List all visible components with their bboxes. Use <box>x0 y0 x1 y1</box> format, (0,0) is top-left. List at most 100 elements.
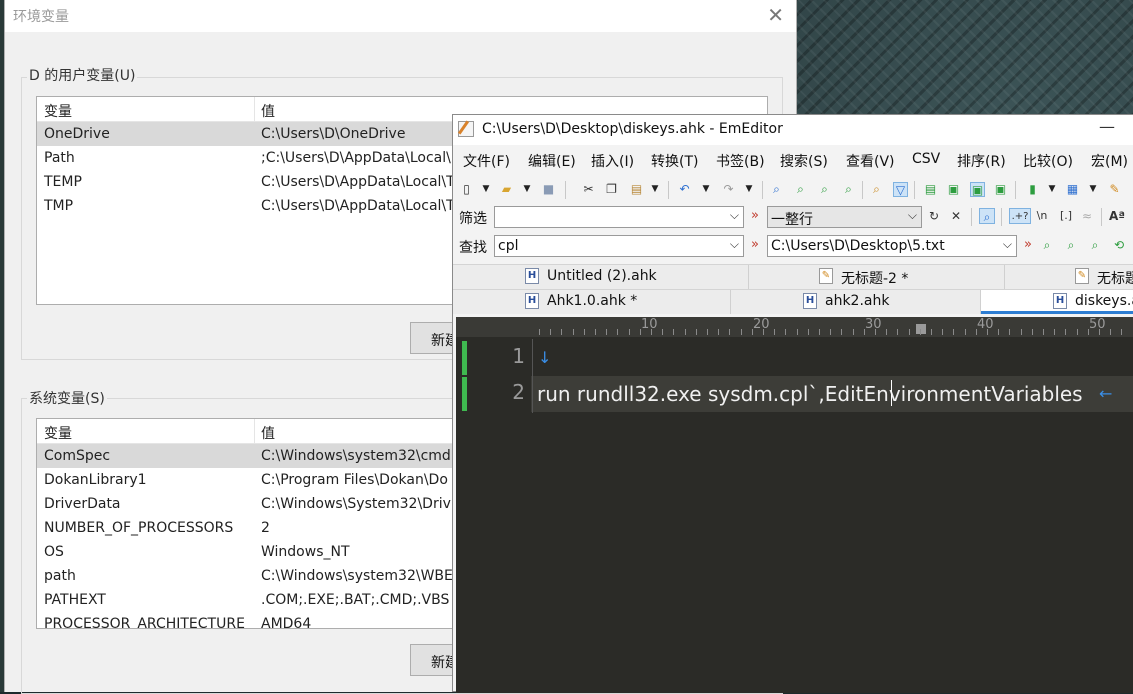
split-window-icon[interactable]: ▤ <box>923 182 938 197</box>
new-file-icon[interactable]: ▯ <box>459 182 474 197</box>
refresh-icon[interactable]: ↻ <box>926 208 942 224</box>
brackets-icon[interactable]: [.] <box>1055 208 1077 224</box>
variable-name: PATHEXT <box>44 592 106 608</box>
clipboard-icon[interactable]: ▮ <box>1025 182 1040 197</box>
ruler-tick <box>886 329 887 335</box>
ruler-label: 10 <box>641 317 658 332</box>
menu-compare[interactable]: 比较(O) <box>1023 151 1073 171</box>
chevron-down-icon[interactable]: ⌵ <box>908 208 917 223</box>
tab-ahk1-0[interactable]: H Ahk1.0.ahk * <box>453 290 731 314</box>
chevron-down-icon[interactable]: ⌵ <box>1003 237 1012 252</box>
eol-left-marker: ← <box>1099 384 1113 403</box>
find-input[interactable]: cpl ⌵ <box>494 235 744 257</box>
workspace-icon[interactable]: ▣ <box>993 182 1008 197</box>
match-case-icon[interactable]: Aª <box>1109 208 1125 224</box>
variable-value: C:\Users\D\AppData\Local\T <box>261 198 455 214</box>
redo-icon[interactable]: ↷ <box>721 182 736 197</box>
cut-icon[interactable]: ✂ <box>581 182 596 197</box>
chevron-down-icon[interactable]: ▼ <box>1089 182 1097 197</box>
ruler-tick <box>853 329 854 335</box>
menu-macro[interactable]: 宏(M) <box>1091 151 1128 171</box>
line-number-gutter: 1 2 <box>456 337 531 693</box>
column-header-variable[interactable]: 变量 <box>44 101 72 121</box>
search-icon[interactable]: ⌕ <box>979 208 995 224</box>
toolbar-divider <box>1001 208 1002 226</box>
properties-icon[interactable]: ✎ <box>1107 182 1122 197</box>
ruler-tick <box>763 329 764 335</box>
open-folder-icon[interactable]: ▰ <box>499 182 514 197</box>
ruler-tick <box>561 329 562 335</box>
minimize-icon[interactable]: — <box>1099 117 1115 136</box>
find-previous-icon[interactable]: ⌕ <box>1063 237 1079 253</box>
column-divider[interactable] <box>254 419 255 443</box>
chevron-down-icon[interactable]: ▼ <box>1048 182 1056 197</box>
emeditor-app-icon <box>458 121 474 137</box>
find-previous-icon[interactable]: ⌕ <box>817 182 832 197</box>
menu-view[interactable]: 查看(V) <box>846 151 895 171</box>
column-header-variable[interactable]: 变量 <box>44 423 72 443</box>
variable-value: C:\Windows\system32\WBE <box>261 568 453 584</box>
column-header-value[interactable]: 值 <box>261 101 275 121</box>
menu-edit[interactable]: 编辑(E) <box>528 151 576 171</box>
filter-label: 筛选 <box>459 211 487 227</box>
tab-diskeys[interactable]: H diskeys.ahk <box>981 290 1133 314</box>
ruler-tick <box>1088 329 1089 335</box>
chevron-right-icon[interactable]: » <box>1024 237 1032 252</box>
menu-file[interactable]: 文件(F) <box>463 151 510 171</box>
find-icon[interactable]: ⌕ <box>769 182 784 197</box>
chevron-down-icon[interactable]: ▼ <box>745 182 753 197</box>
menu-insert[interactable]: 插入(I) <box>591 151 634 171</box>
paste-icon[interactable]: ▤ <box>629 182 644 197</box>
emeditor-titlebar: C:\Users\D\Desktop\diskeys.ahk - EmEdito… <box>453 115 1133 145</box>
newline-icon[interactable]: \n <box>1033 208 1051 224</box>
filter-input[interactable]: ⌵ <box>494 206 744 228</box>
find-in-files-icon[interactable]: ⌕ <box>869 182 884 197</box>
tab-untitled[interactable]: ✎ 无标题 <box>1005 265 1133 289</box>
ruler-tick <box>539 329 540 335</box>
chevron-right-icon[interactable]: » <box>751 237 759 252</box>
ruler-tick <box>1121 329 1122 335</box>
chevron-down-icon[interactable]: ⌵ <box>730 237 739 252</box>
filter-icon[interactable]: ▽ <box>893 182 908 197</box>
replace-icon[interactable]: ⟲ <box>1111 237 1127 253</box>
column-divider[interactable] <box>254 97 255 121</box>
chevron-right-icon[interactable]: » <box>751 208 759 223</box>
toolbar-divider <box>1015 181 1016 199</box>
replace-icon[interactable]: ⌕ <box>841 182 856 197</box>
tab-untitled-2[interactable]: ✎ 无标题-2 * <box>749 265 1005 289</box>
menu-sort[interactable]: 排序(R) <box>957 151 1006 171</box>
regex-icon[interactable]: .+? <box>1009 208 1031 224</box>
editor-area[interactable]: 10 20 30 40 50 1 2 ↓ run rundll32.exe sy… <box>456 317 1133 693</box>
clear-icon[interactable]: ✕ <box>948 208 964 224</box>
filter-mode-select[interactable]: 一整行 ⌵ <box>767 206 922 228</box>
chevron-down-icon[interactable]: ▼ <box>651 182 659 197</box>
chevron-down-icon[interactable]: ▼ <box>523 182 531 197</box>
ruler-tick <box>942 329 943 335</box>
column-header-value[interactable]: 值 <box>261 423 275 443</box>
find-next-icon[interactable]: ⌕ <box>1039 237 1055 253</box>
column-ruler[interactable]: 10 20 30 40 50 <box>456 317 1133 337</box>
menu-csv[interactable]: CSV <box>912 151 940 167</box>
ruler-tick <box>696 329 697 335</box>
close-icon[interactable]: ✕ <box>767 3 784 27</box>
wrap-icon[interactable]: ▣ <box>970 182 985 197</box>
chevron-down-icon[interactable]: ▼ <box>702 182 710 197</box>
window-icon[interactable]: ▣ <box>946 182 961 197</box>
chevron-down-icon[interactable]: ⌵ <box>730 208 739 223</box>
change-marker <box>462 377 467 411</box>
tab-ahk2[interactable]: H ahk2.ahk <box>731 290 981 314</box>
copy-icon[interactable]: ❐ <box>604 182 619 197</box>
find-all-icon[interactable]: ⌕ <box>1087 237 1103 253</box>
tab-untitled-2-ahk[interactable]: H Untitled (2).ahk <box>453 265 749 289</box>
undo-icon[interactable]: ↶ <box>677 182 692 197</box>
menu-convert[interactable]: 转换(T) <box>651 151 698 171</box>
chevron-down-icon[interactable]: ▼ <box>482 182 490 197</box>
save-icon[interactable]: ■ <box>541 182 556 197</box>
menu-bookmark[interactable]: 书签(B) <box>716 151 765 171</box>
find-path-input[interactable]: C:\Users\D\Desktop\5.txt ⌵ <box>767 235 1017 257</box>
menu-search[interactable]: 搜索(S) <box>780 151 828 171</box>
approximate-icon[interactable]: ≈ <box>1079 208 1095 224</box>
encoding-icon[interactable]: ▦ <box>1065 182 1080 197</box>
code-line[interactable]: run rundll32.exe sysdm.cpl`,EditEnvironm… <box>537 382 1083 406</box>
find-next-icon[interactable]: ⌕ <box>793 182 808 197</box>
